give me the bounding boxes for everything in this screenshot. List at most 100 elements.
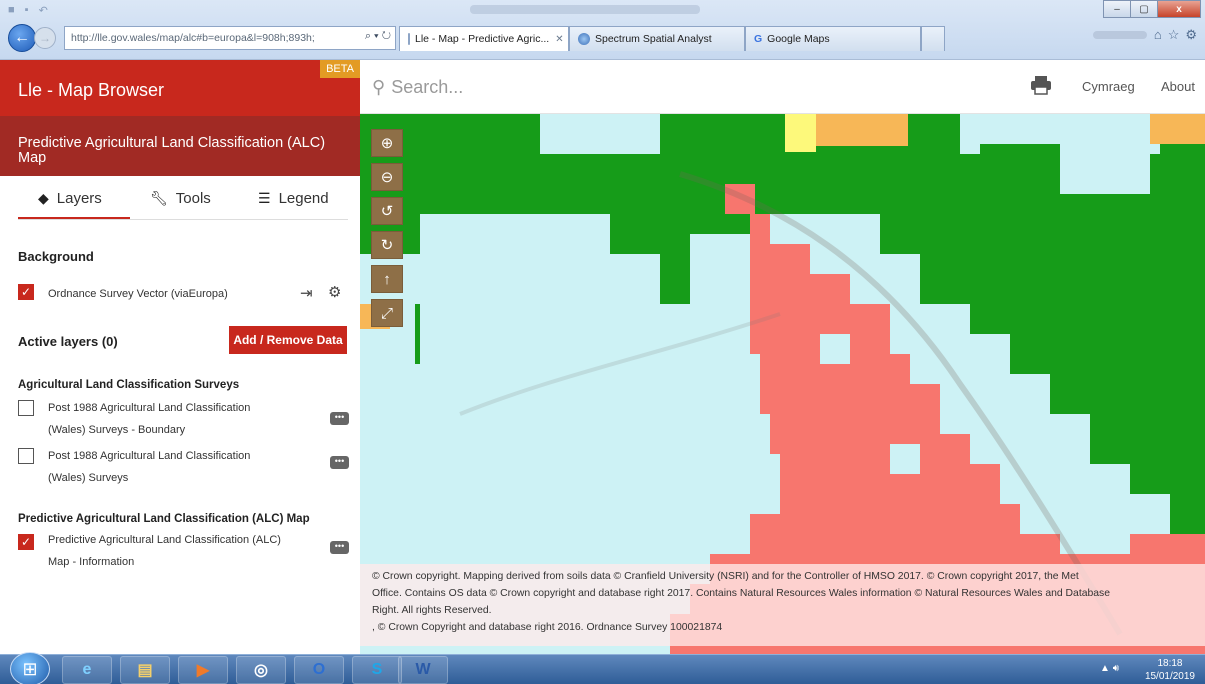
app-icon: ■ bbox=[8, 4, 15, 16]
back-button[interactable]: ← bbox=[8, 24, 36, 52]
tray-icons[interactable]: ▲ 🔊︎ bbox=[1100, 663, 1119, 674]
search-box[interactable]: ⚲ Search... bbox=[372, 77, 463, 98]
sidebar-tabs: ◆ Layers 🔧︎ Tools ☰ Legend bbox=[0, 178, 360, 222]
close-button[interactable]: x bbox=[1157, 0, 1201, 18]
map-attribution: © Crown copyright. Mapping derived from … bbox=[360, 564, 1205, 646]
tab-label: Legend bbox=[278, 190, 329, 207]
attribution-line: Right. All rights Reserved. bbox=[372, 605, 492, 616]
info-icon[interactable]: ••• bbox=[330, 456, 349, 469]
page-icon bbox=[408, 33, 410, 45]
tab-label: Tools bbox=[175, 190, 211, 207]
attribution-line: Office. Contains OS data © Crown copyrig… bbox=[372, 588, 1111, 599]
fullscreen-icon[interactable]: ⤢ bbox=[371, 299, 403, 327]
window-title bbox=[470, 5, 700, 14]
export-icon[interactable]: ⇥ bbox=[300, 284, 313, 302]
window-controls: – ▢ x bbox=[1103, 0, 1201, 18]
outlook-taskbar-icon[interactable]: O bbox=[294, 656, 344, 684]
search-input[interactable]: Search... bbox=[391, 77, 463, 98]
browser-tabs: Lle - Map - Predictive Agric... ✕ Spectr… bbox=[399, 26, 945, 51]
minimize-button[interactable]: – bbox=[1103, 0, 1131, 18]
north-arrow-icon[interactable]: ↑ bbox=[371, 265, 403, 293]
quick-access-toolbar: ■ ▪ ↶ bbox=[8, 4, 48, 17]
skype-taskbar-icon[interactable]: S bbox=[352, 656, 402, 684]
map-canvas[interactable]: ⊕ ⊖ ↺ ↻ ↑ ⤢ © Crown copyright. Mapping d… bbox=[360, 114, 1205, 654]
address-controls[interactable]: ⌕ ▾ ↻ bbox=[365, 30, 391, 43]
forward-button[interactable]: → bbox=[34, 27, 56, 49]
map-topbar: ⚲ Search... Cymraeg About bbox=[360, 60, 1205, 114]
start-button[interactable]: ⊞ bbox=[10, 652, 50, 684]
layer-label: Post 1988 Agricultural Land Classificati… bbox=[48, 402, 251, 414]
google-icon: G bbox=[754, 33, 763, 45]
info-icon[interactable]: ••• bbox=[330, 412, 349, 425]
layer-label: Map - Information bbox=[48, 556, 135, 568]
rotate-left-icon[interactable]: ↺ bbox=[371, 197, 403, 225]
tabs-divider bbox=[18, 219, 348, 220]
globe-icon bbox=[578, 33, 590, 45]
media-taskbar-icon[interactable]: ▶ bbox=[178, 656, 228, 684]
gear-icon[interactable]: ⚙ bbox=[1185, 27, 1197, 43]
add-remove-data-button[interactable]: Add / Remove Data bbox=[229, 326, 347, 354]
map-title: Predictive Agricultural Land Classificat… bbox=[0, 116, 360, 176]
background-heading: Background bbox=[18, 249, 94, 264]
app-title[interactable]: Lle - Map Browser bbox=[18, 80, 164, 101]
map-controls: ⊕ ⊖ ↺ ↻ ↑ ⤢ bbox=[371, 129, 405, 333]
clock-date: 15/01/2019 bbox=[1144, 671, 1195, 682]
address-bar[interactable]: http://lle.gov.wales/map/alc#b=europa&l=… bbox=[64, 26, 396, 50]
address-text: http://lle.gov.wales/map/alc#b=europa&l=… bbox=[71, 32, 315, 44]
close-tab-icon[interactable]: ✕ bbox=[555, 34, 563, 45]
chrome-taskbar-icon[interactable]: ◎ bbox=[236, 656, 286, 684]
save-icon[interactable]: ▪ bbox=[25, 4, 29, 17]
layer-checkbox[interactable]: ✓ bbox=[18, 534, 34, 550]
explorer-taskbar-icon[interactable]: ▤ bbox=[120, 656, 170, 684]
system-clock[interactable]: 18:18 15/01/2019 bbox=[1145, 657, 1195, 683]
tab-tools[interactable]: 🔧︎ Tools bbox=[150, 190, 211, 207]
zoom-out-icon[interactable]: ⊖ bbox=[371, 163, 403, 191]
tab-label: Spectrum Spatial Analyst bbox=[595, 33, 712, 45]
clock-time: 18:18 bbox=[1157, 658, 1183, 669]
printer-icon[interactable] bbox=[1030, 74, 1052, 96]
active-layers-heading: Active layers (0) bbox=[18, 334, 118, 349]
info-icon[interactable]: ••• bbox=[330, 541, 349, 554]
layer-label: (Wales) Surveys - Boundary bbox=[48, 424, 186, 436]
language-link[interactable]: Cymraeg bbox=[1082, 79, 1135, 94]
tab-layers[interactable]: ◆ Layers bbox=[38, 190, 102, 207]
tab-label: Google Maps bbox=[767, 33, 830, 45]
favorites-icon[interactable]: ☆ bbox=[1168, 27, 1180, 43]
tab-lle-map[interactable]: Lle - Map - Predictive Agric... ✕ bbox=[399, 26, 569, 51]
tab-label: Layers bbox=[56, 190, 102, 207]
about-link[interactable]: About bbox=[1161, 79, 1195, 94]
tab-spectrum[interactable]: Spectrum Spatial Analyst bbox=[569, 26, 745, 51]
background-layer-label: Ordnance Survey Vector (viaEuropa) bbox=[48, 288, 228, 300]
search-icon: ⚲ bbox=[372, 77, 386, 97]
rotate-right-icon[interactable]: ↻ bbox=[371, 231, 403, 259]
group-heading: Predictive Agricultural Land Classificat… bbox=[18, 513, 310, 525]
active-tab-indicator bbox=[18, 217, 130, 219]
browser-chrome: ■ ▪ ↶ – ▢ x ← → http://lle.gov.wales/map… bbox=[0, 0, 1205, 60]
attribution-line: © Crown copyright. Mapping derived from … bbox=[372, 571, 1079, 582]
tab-google-maps[interactable]: G Google Maps bbox=[745, 26, 921, 51]
wrench-icon: 🔧︎ bbox=[150, 190, 168, 206]
screen: ■ ▪ ↶ – ▢ x ← → http://lle.gov.wales/map… bbox=[0, 0, 1205, 684]
sidebar-header: Lle - Map Browser BETA bbox=[0, 60, 360, 116]
tab-label: Lle - Map - Predictive Agric... bbox=[415, 33, 550, 45]
background-layer-checkbox[interactable]: ✓ bbox=[18, 284, 34, 300]
windows-taskbar: ⊞ e ▤ ▶ ◎ O S W ▲ 🔊︎ 18:18 15/01/2019 bbox=[0, 652, 1205, 684]
layer-label: Predictive Agricultural Land Classificat… bbox=[48, 534, 281, 546]
list-icon: ☰ bbox=[258, 190, 271, 206]
attribution-line: , © Crown Copyright and database right 2… bbox=[372, 622, 723, 633]
home-icon[interactable]: ⌂ bbox=[1154, 27, 1162, 43]
maximize-button[interactable]: ▢ bbox=[1130, 0, 1158, 18]
new-tab-button[interactable] bbox=[921, 26, 945, 51]
gear-icon[interactable]: ⚙ bbox=[328, 283, 341, 301]
undo-icon[interactable]: ↶ bbox=[39, 4, 48, 17]
ie-taskbar-icon[interactable]: e bbox=[62, 656, 112, 684]
group-heading: Agricultural Land Classification Surveys bbox=[18, 379, 240, 391]
tab-legend[interactable]: ☰ Legend bbox=[258, 190, 329, 207]
zoom-in-icon[interactable]: ⊕ bbox=[371, 129, 403, 157]
sidebar: Lle - Map Browser BETA Predictive Agricu… bbox=[0, 60, 360, 654]
layer-checkbox[interactable] bbox=[18, 448, 34, 464]
user-name bbox=[1093, 31, 1147, 39]
word-taskbar-icon[interactable]: W bbox=[398, 656, 448, 684]
layer-checkbox[interactable] bbox=[18, 400, 34, 416]
layer-label: (Wales) Surveys bbox=[48, 472, 129, 484]
